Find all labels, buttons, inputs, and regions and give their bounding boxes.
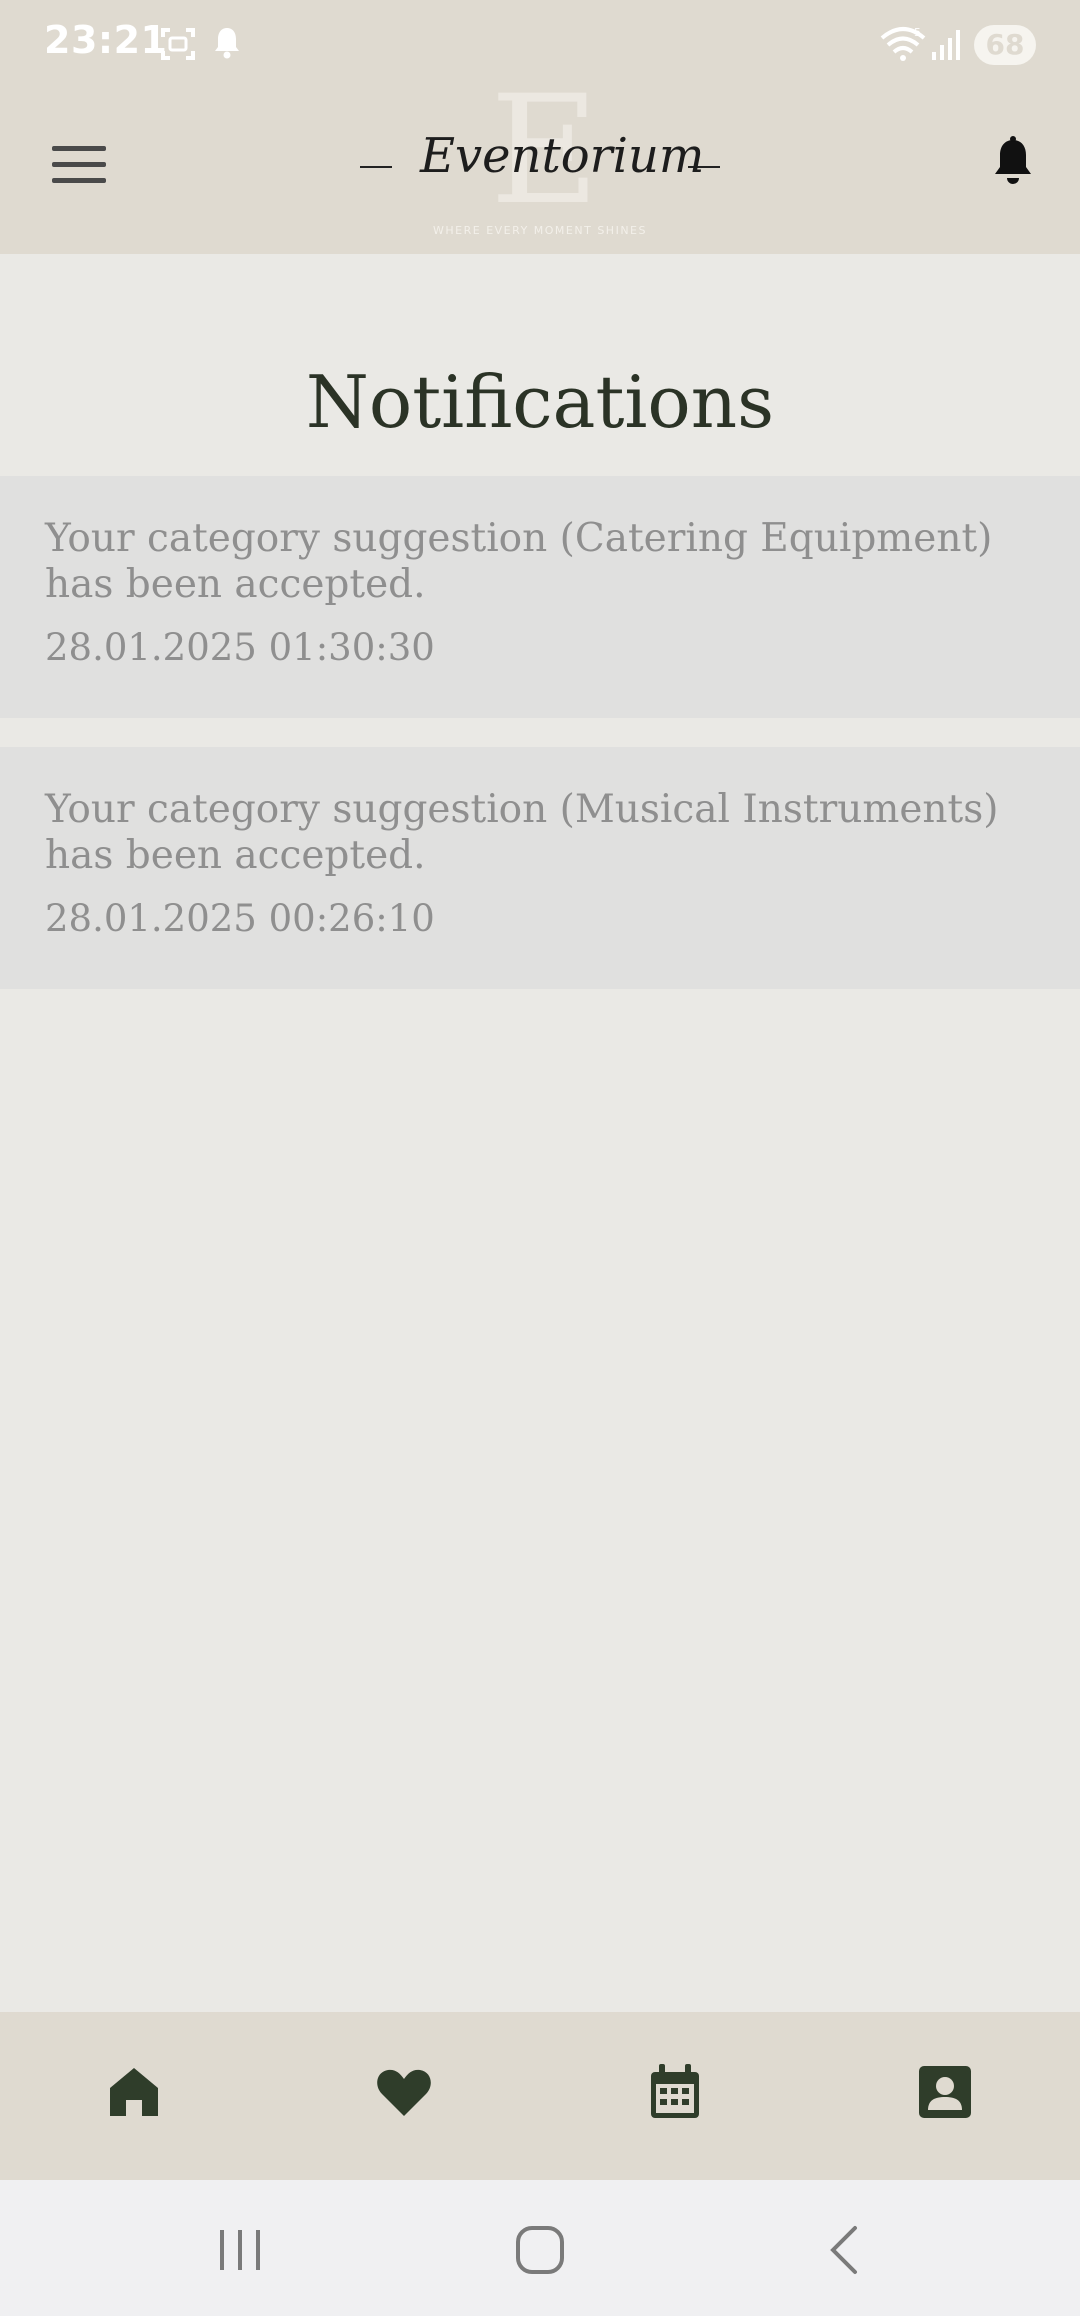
notification-item[interactable]: Your category suggestion (Catering Equip… xyxy=(0,476,1080,718)
app-logo[interactable]: Eventorium xyxy=(420,128,704,184)
logo-dash-left xyxy=(360,166,392,168)
system-navigation xyxy=(0,2180,1080,2316)
calendar-icon[interactable] xyxy=(645,2062,705,2122)
app-header: E Eventorium WHERE EVERY MOMENT SHINES xyxy=(0,76,1080,254)
home-circle-icon[interactable] xyxy=(510,2222,570,2278)
favorites-heart-icon[interactable] xyxy=(374,2062,434,2122)
recent-apps-icon[interactable] xyxy=(210,2222,270,2278)
screenshot-icon xyxy=(161,28,195,60)
status-time: 23:21 xyxy=(44,18,168,62)
svg-text:5: 5 xyxy=(914,26,921,39)
notification-timestamp: 28.01.2025 00:26:10 xyxy=(45,897,435,940)
notification-message: Your category suggestion (Musical Instru… xyxy=(45,787,999,878)
profile-icon[interactable] xyxy=(915,2062,975,2122)
bottom-navigation xyxy=(0,2012,1080,2180)
back-icon[interactable] xyxy=(815,2222,875,2278)
hamburger-menu-icon[interactable] xyxy=(52,144,106,184)
wifi-icon: 5 xyxy=(880,26,926,61)
notification-message: Your category suggestion (Catering Equip… xyxy=(45,516,993,607)
battery-icon: 68 xyxy=(974,25,1036,65)
bell-icon[interactable] xyxy=(990,136,1036,190)
home-icon[interactable] xyxy=(104,2062,164,2122)
signal-icon xyxy=(932,30,960,60)
logo-tagline: WHERE EVERY MOMENT SHINES xyxy=(433,224,647,237)
page-title: Notifications xyxy=(305,360,775,444)
notification-item[interactable]: Your category suggestion (Musical Instru… xyxy=(0,747,1080,989)
notification-bell-icon xyxy=(215,28,239,59)
notification-timestamp: 28.01.2025 01:30:30 xyxy=(45,626,435,669)
